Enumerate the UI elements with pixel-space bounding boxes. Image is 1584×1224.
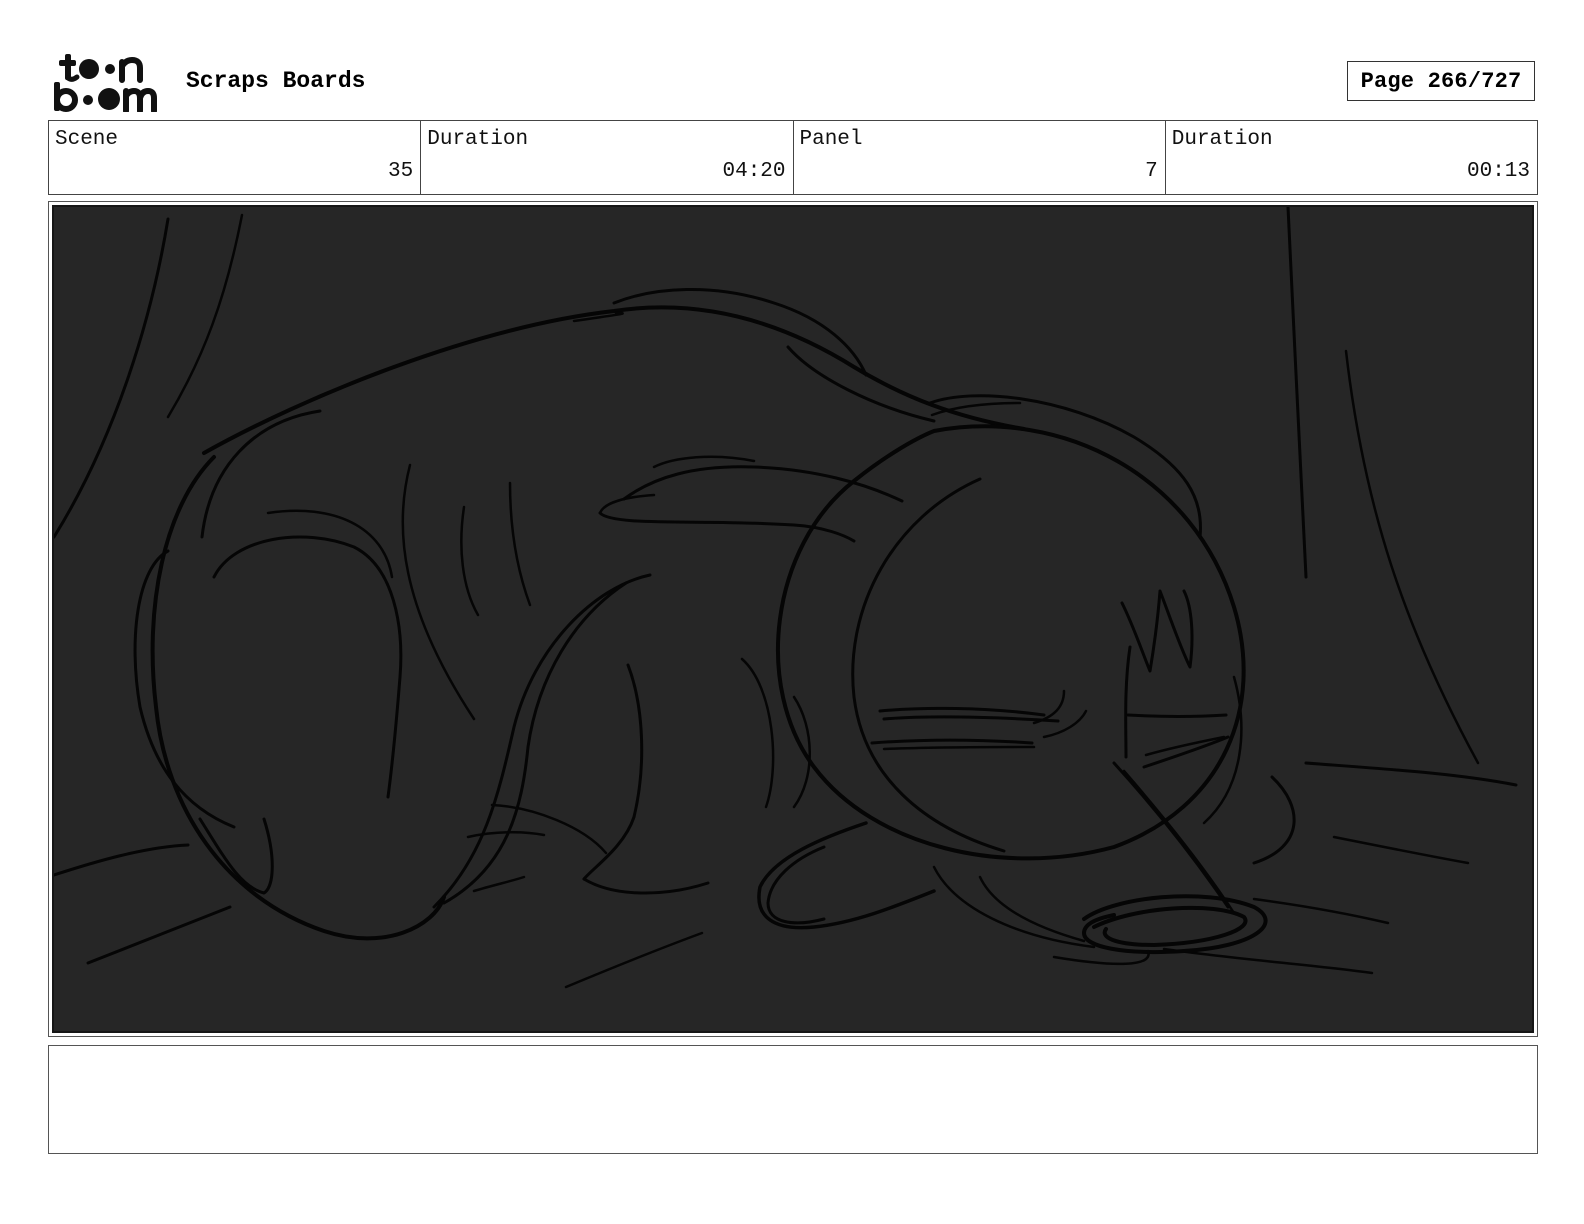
panel-value: 7 — [1145, 160, 1158, 183]
panel-notes — [48, 1045, 1538, 1154]
panel-duration-label: Duration — [1171, 128, 1273, 151]
rough-sketch-drawing — [54, 207, 1518, 989]
scene-duration-value: 04:20 — [722, 160, 786, 183]
scene-duration-cell: Duration 04:20 — [421, 121, 794, 194]
scene-cell: Scene 35 — [49, 121, 422, 194]
panel-label: Panel — [799, 128, 863, 151]
scene-duration-label: Duration — [427, 128, 529, 151]
document-title: Scraps Boards — [186, 68, 366, 94]
toon-boom-logo-mark — [54, 54, 157, 114]
panel-duration-cell: Duration 00:13 — [1166, 121, 1537, 194]
scene-info-bar: Scene 35 Duration 04:20 Panel 7 Duration… — [48, 120, 1538, 195]
panel-duration-value: 00:13 — [1466, 160, 1530, 183]
page-counter: Page 266/727 — [1347, 61, 1535, 101]
storyboard-panel-image — [52, 205, 1534, 1033]
scene-label: Scene — [55, 128, 119, 151]
panel-cell: Panel 7 — [794, 121, 1166, 194]
toon-boom-logo — [51, 50, 163, 114]
scene-value: 35 — [388, 160, 414, 183]
